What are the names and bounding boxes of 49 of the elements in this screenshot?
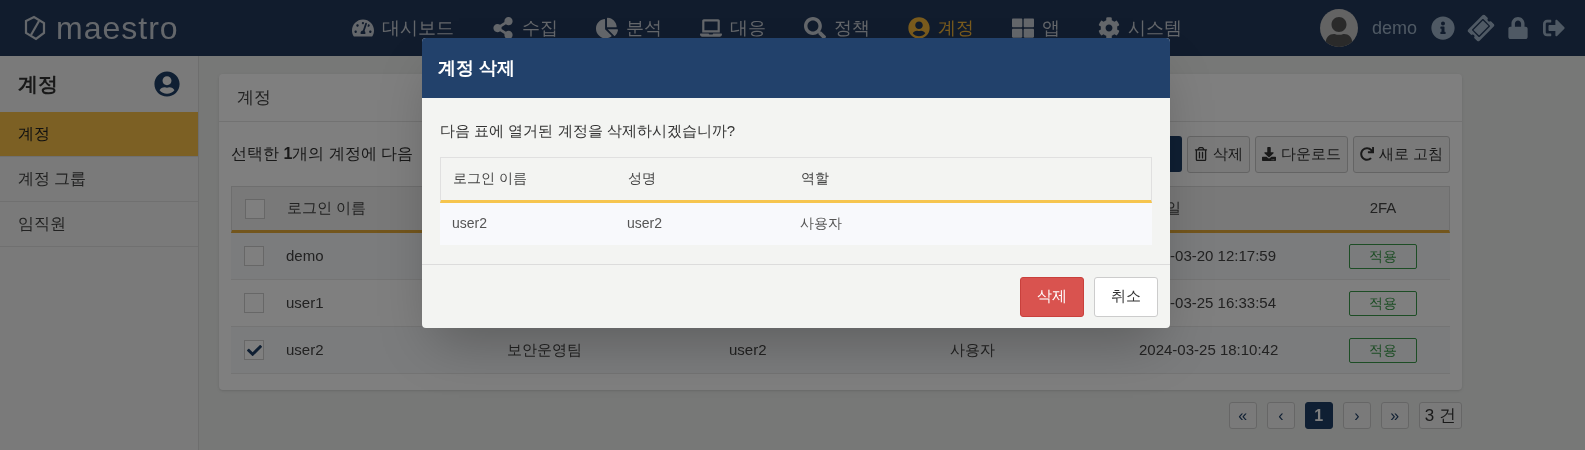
table-cell-text: user2	[452, 214, 489, 233]
panel-title: 계정	[237, 86, 271, 109]
toolbar-button[interactable]: 삭제	[1186, 135, 1250, 173]
status-tag: 적용	[1349, 290, 1417, 316]
nav-link[interactable]: 분석	[596, 14, 662, 42]
column-header: 역할	[801, 169, 830, 188]
sidebar-item[interactable]: 계정 그룹	[0, 157, 198, 202]
nav-link[interactable]: 수집	[492, 14, 558, 42]
table-cell-text: 2024-03-25 18:10:42	[1139, 339, 1280, 360]
nav-link[interactable]: 계정	[908, 14, 974, 42]
column-header: 성명	[628, 169, 657, 188]
page-button[interactable]: ›	[1342, 402, 1371, 429]
sidebar-item[interactable]: 임직원	[0, 202, 198, 247]
logo-text: maestro	[56, 12, 179, 44]
table-cell-text: user2	[286, 339, 325, 360]
page-button[interactable]: 1	[1304, 402, 1333, 429]
page-button[interactable]: «	[1228, 402, 1257, 429]
nav-link[interactable]: 시스템	[1098, 14, 1182, 42]
nav-link[interactable]: 대시보드	[352, 14, 454, 42]
table-cell-text: -03-20 12:17:59	[1169, 245, 1277, 266]
table-cell-text: user2	[627, 214, 664, 233]
cancel-button[interactable]: 취소	[1094, 276, 1158, 317]
status-tag: 적용	[1349, 243, 1417, 269]
dialog-message: 다음 표에 열거된 계정을 삭제하시겠습니까?	[440, 121, 736, 141]
page-button[interactable]: »	[1380, 402, 1409, 429]
table-cell-text: user2	[729, 339, 768, 360]
nav-link[interactable]: 정책	[804, 14, 870, 42]
column-header: 2FA	[1368, 198, 1398, 219]
column-header: 로그인 이름	[453, 169, 528, 188]
table-cell-text: demo	[286, 245, 325, 266]
dialog-title: 계정 삭제	[438, 56, 515, 80]
sidebar-title: 계정	[18, 72, 58, 97]
nav-link[interactable]: 앱	[1012, 14, 1060, 42]
nav-link[interactable]: 대응	[700, 14, 766, 42]
sidebar-item[interactable]: 계정	[0, 112, 198, 157]
toolbar-button[interactable]: 다운로드	[1254, 135, 1348, 173]
selection-note: 선택한 1개의 계정에 다음	[231, 144, 414, 164]
total-count: 3 건	[1418, 402, 1462, 429]
table-cell-text: 사용자	[800, 214, 843, 233]
table-cell-text: 사용자	[950, 339, 996, 360]
delete-button[interactable]: 삭제	[1020, 276, 1084, 317]
column-header: 로그인 이름	[287, 198, 368, 219]
table-cell-text: -03-25 16:33:54	[1169, 292, 1277, 313]
user-name[interactable]: demo	[1371, 14, 1417, 42]
status-tag: 적용	[1349, 337, 1417, 363]
toolbar-button[interactable]: 새로 고침	[1352, 135, 1450, 173]
page-button[interactable]: ‹	[1266, 402, 1295, 429]
table-cell-text: user1	[286, 292, 325, 313]
table-cell-text: 보안운영팀	[507, 339, 583, 360]
